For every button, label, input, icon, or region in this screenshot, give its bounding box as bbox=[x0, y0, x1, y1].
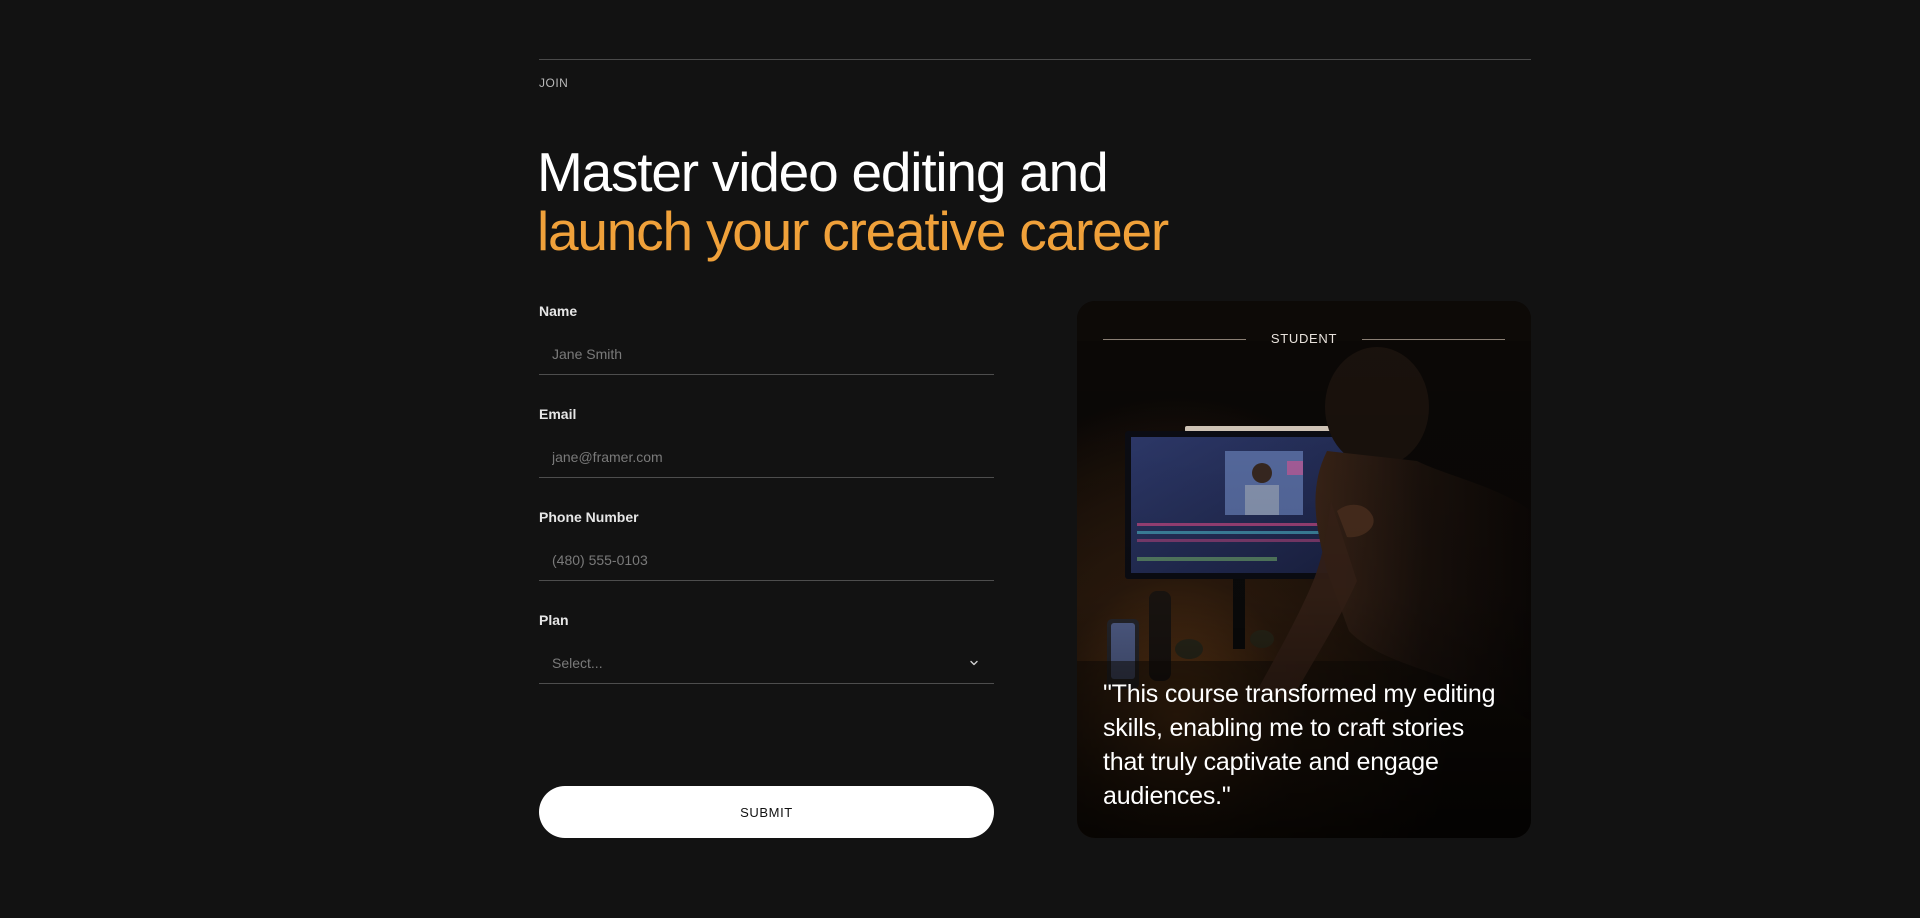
student-tag: STUDENT bbox=[1103, 329, 1505, 349]
email-input-wrapper bbox=[539, 436, 994, 478]
plan-select[interactable]: Select... bbox=[539, 642, 994, 684]
email-input[interactable] bbox=[539, 436, 994, 477]
section-eyebrow: JOIN bbox=[539, 76, 569, 90]
name-input[interactable] bbox=[539, 333, 994, 374]
plan-label: Plan bbox=[539, 612, 569, 628]
plan-select-value: Select... bbox=[552, 655, 603, 671]
headline-line-2-accent: launch your creative career bbox=[537, 200, 1169, 262]
plan-field-group: Plan Select... bbox=[539, 610, 994, 684]
email-label: Email bbox=[539, 406, 577, 422]
phone-input[interactable] bbox=[539, 539, 994, 580]
name-label: Name bbox=[539, 303, 578, 319]
phone-label: Phone Number bbox=[539, 509, 639, 525]
page-headline: Master video editing and launch your cre… bbox=[537, 141, 1169, 262]
top-divider bbox=[539, 59, 1531, 60]
email-field-group: Email bbox=[539, 404, 994, 478]
name-field-group: Name bbox=[539, 301, 994, 375]
tag-divider-right bbox=[1362, 339, 1505, 340]
testimonial-card: STUDENT "This course transformed my edit… bbox=[1077, 301, 1531, 838]
submit-button[interactable]: SUBMIT bbox=[539, 786, 994, 838]
join-section: JOIN Master video editing and launch you… bbox=[0, 0, 1920, 918]
headline-line-1: Master video editing and bbox=[537, 141, 1109, 203]
name-input-wrapper bbox=[539, 333, 994, 375]
phone-input-wrapper bbox=[539, 539, 994, 581]
testimonial-quote: "This course transformed my editing skil… bbox=[1103, 680, 1496, 810]
chevron-down-icon bbox=[970, 660, 978, 666]
phone-field-group: Phone Number bbox=[539, 507, 994, 581]
